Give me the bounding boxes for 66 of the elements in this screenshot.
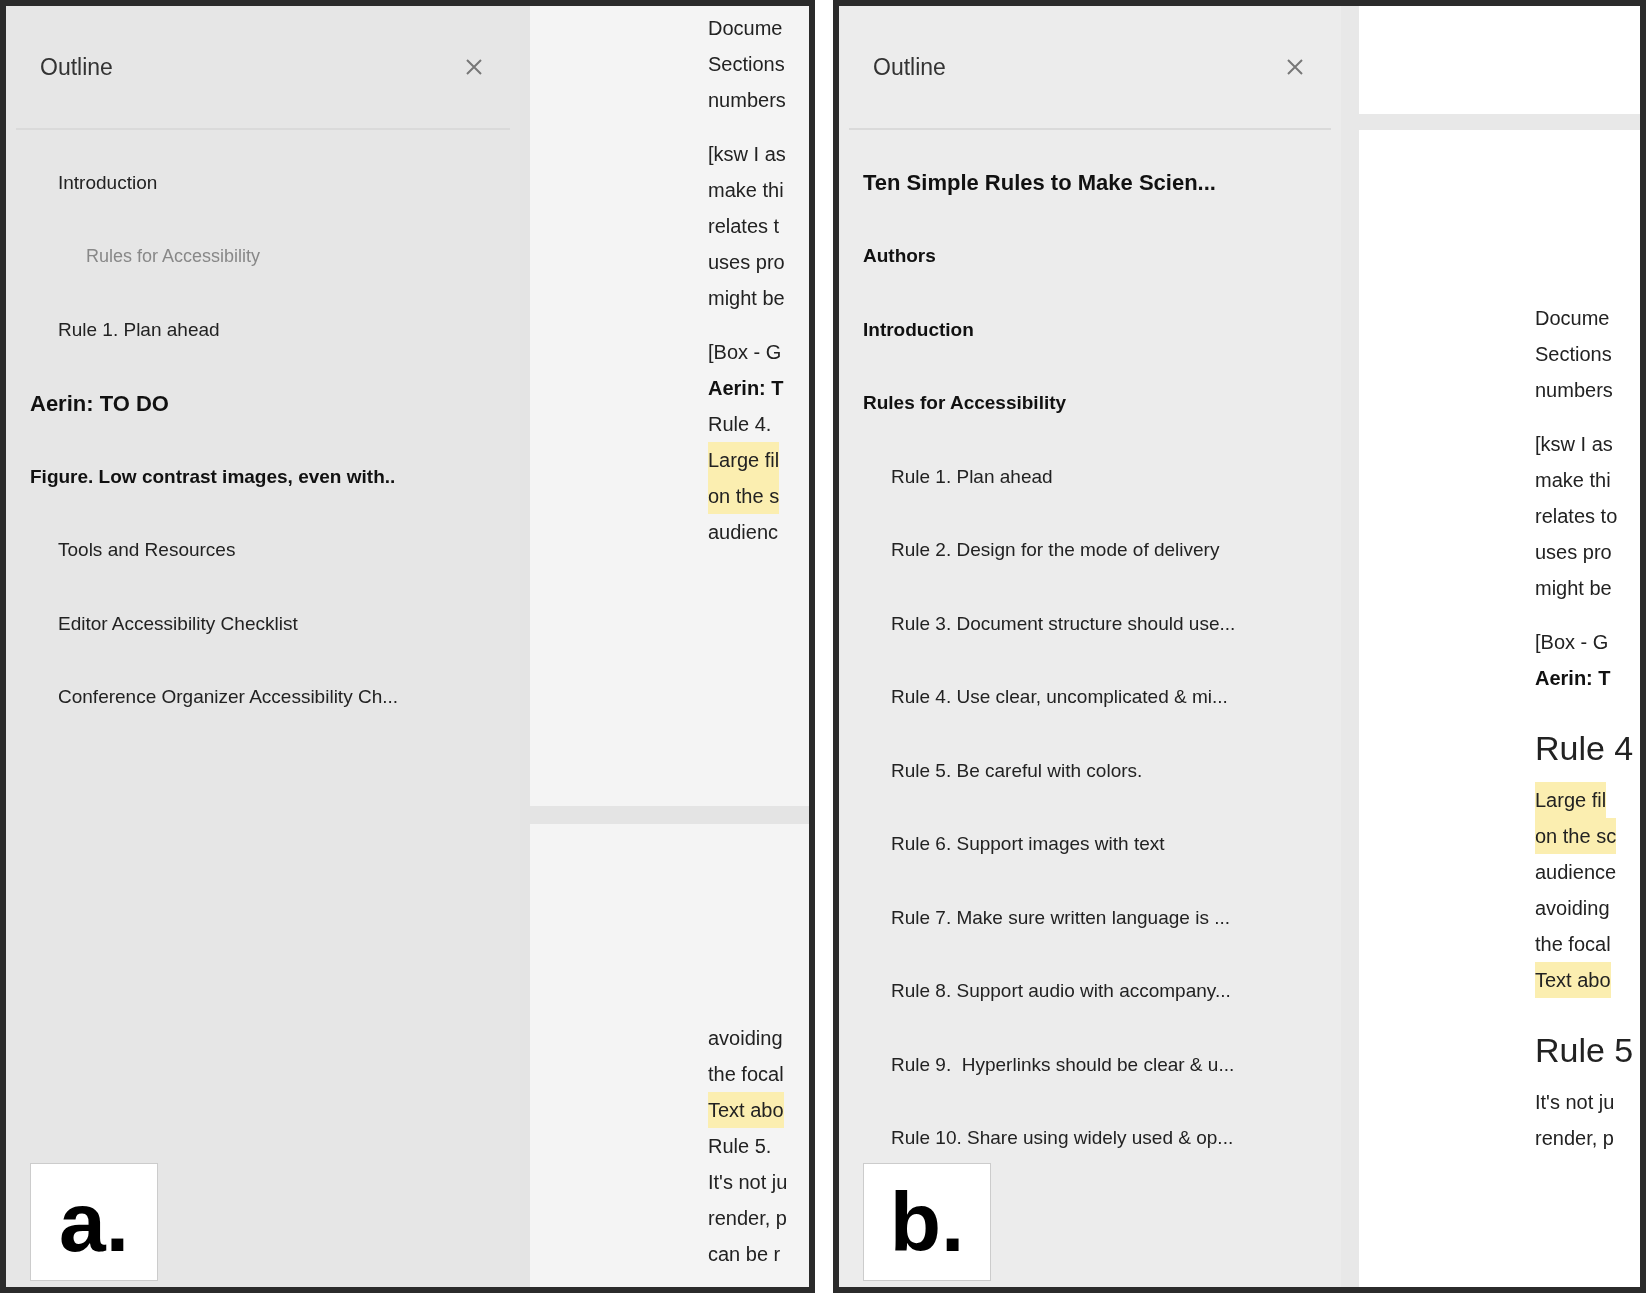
document-text: relates t [708, 214, 780, 239]
outline-item[interactable]: Rule 3. Document structure should use... [839, 609, 1236, 638]
document-text: avoiding [708, 1026, 783, 1051]
outline-item[interactable]: Rule 6. Support images with text [839, 830, 1165, 859]
document-text: [ksw I as [708, 142, 786, 167]
document-text: the focal [708, 1062, 784, 1087]
document-text: Docume [1535, 306, 1610, 331]
outline-item[interactable]: Introduction [839, 315, 974, 344]
document-text: Aerin: T [1535, 666, 1611, 691]
document-text: Sections [708, 52, 785, 77]
outline-item[interactable]: Conference Organizer Accessibility Ch... [6, 683, 399, 712]
document-text: [Box - G [1535, 630, 1609, 655]
document-text: Text abo [708, 1092, 784, 1128]
outline-item[interactable]: Rule 7. Make sure written language is ... [839, 903, 1230, 932]
document-text: Sections [1535, 342, 1612, 367]
outline-item[interactable]: Rule 1. Plan ahead [839, 462, 1053, 491]
document-text: on the s [708, 478, 780, 514]
outline-item[interactable]: Ten Simple Rules to Make Scien... [839, 166, 1216, 200]
document-text: might be [708, 286, 785, 311]
outline-item[interactable]: Aerin: TO DO [6, 386, 169, 420]
document-text: can be r [708, 1242, 781, 1267]
document-text: audienc [708, 520, 779, 545]
outline-item[interactable]: Introduction [6, 168, 158, 197]
outline-title: Outline [40, 52, 113, 82]
document-text: the focal [1535, 932, 1611, 957]
outline-item[interactable]: Editor Accessibility Checklist [6, 609, 298, 638]
document-text: avoiding [1535, 896, 1610, 921]
document-text: Text abo [1535, 962, 1611, 998]
document-heading: Rule 5 [1535, 1030, 1634, 1071]
document-text: [ksw I as [1535, 432, 1613, 457]
document-text: audience [1535, 860, 1617, 885]
document-text: might be [1535, 576, 1612, 601]
outline-item[interactable]: Rule 5. Be careful with colors. [839, 756, 1143, 785]
document-text: Large fil [708, 442, 780, 478]
document-text: render, p [708, 1206, 787, 1231]
document-text: make thi [708, 178, 784, 203]
outline-item[interactable]: Rule 8. Support audio with accompany... [839, 977, 1231, 1006]
document-text: uses pro [708, 250, 785, 275]
document-text: Rule 4. [708, 412, 772, 437]
panel-label: a. [30, 1163, 158, 1281]
document-text: relates to [1535, 504, 1618, 529]
document-text: Large fil [1535, 782, 1607, 818]
document-text: on the sc [1535, 818, 1617, 854]
panel-label: b. [863, 1163, 991, 1281]
document-text: Aerin: T [708, 376, 784, 401]
outline-item[interactable]: Rules for Accessibility [839, 389, 1067, 418]
outline-item[interactable]: Tools and Resources [6, 536, 236, 565]
document-text: render, p [1535, 1126, 1614, 1151]
document-text: It's not ju [1535, 1090, 1615, 1115]
outline-item[interactable]: Rule 1. Plan ahead [6, 315, 220, 344]
outline-item[interactable]: Rule 2. Design for the mode of delivery [839, 536, 1220, 565]
document-text: It's not ju [708, 1170, 788, 1195]
document-text: uses pro [1535, 540, 1612, 565]
outline-item[interactable]: Figure. Low contrast images, even with.. [6, 462, 396, 491]
document-text: make thi [1535, 468, 1611, 493]
document-text: [Box - G [708, 340, 782, 365]
document-heading: Rule 4 [1535, 728, 1634, 769]
outline-item[interactable]: Rule 10. Share using widely used & op... [839, 1124, 1234, 1153]
outline-item[interactable]: Authors [839, 242, 936, 271]
outline-item[interactable]: Rule 9. Hyperlinks should be clear & u... [839, 1050, 1235, 1079]
document-text: Rule 5. [708, 1134, 772, 1159]
document-text: numbers [708, 88, 786, 113]
outline-title: Outline [873, 52, 946, 82]
document-text: numbers [1535, 378, 1613, 403]
document-text: Docume [708, 16, 783, 41]
outline-item[interactable]: Rule 4. Use clear, uncomplicated & mi... [839, 683, 1228, 712]
